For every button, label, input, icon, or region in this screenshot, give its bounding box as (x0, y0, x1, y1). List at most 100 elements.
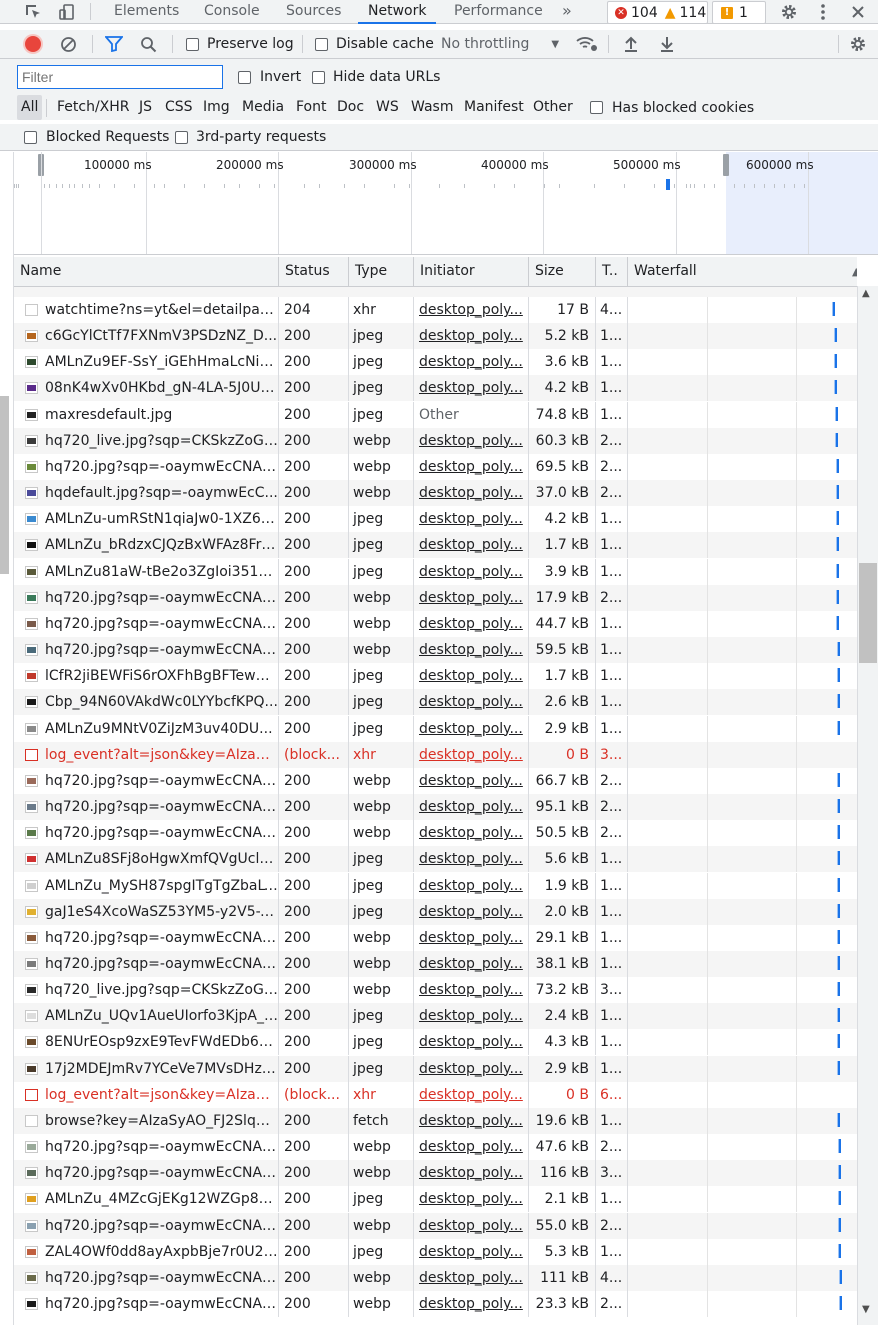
invert-checkbox[interactable]: Invert (238, 59, 301, 95)
network-conditions-icon[interactable] (576, 30, 598, 58)
inspect-element-icon[interactable] (22, 0, 44, 23)
request-initiator-link[interactable]: desktop_poly... (419, 694, 523, 710)
table-row[interactable]: hq720.jpg?sqp=-oaymwEcCNAF... 200 webp desk… (14, 951, 857, 977)
export-har-icon[interactable] (660, 30, 674, 58)
request-name[interactable]: AMLnZu_UQv1AueUIorfo3KjpA_j... (14, 1003, 279, 1030)
request-initiator-link[interactable]: desktop_poly... (419, 799, 523, 815)
table-row[interactable]: ZAL4OWf0dd8ayAxpbBje7r0U2n... 200 jpeg desk… (14, 1238, 857, 1265)
type-filter-js[interactable]: JS (139, 95, 152, 120)
table-row[interactable]: AMLnZu_UQv1AueUIorfo3KjpA_j... 200 jpeg des… (14, 1003, 857, 1030)
table-row[interactable]: hq720.jpg?sqp=-oaymwEcCNAF... 200 webp desk… (14, 820, 857, 847)
request-initiator-link[interactable]: desktop_poly... (419, 380, 523, 396)
request-initiator-link[interactable]: desktop_poly... (419, 878, 523, 894)
record-icon[interactable] (25, 30, 41, 58)
search-icon[interactable] (140, 30, 157, 58)
request-initiator-link[interactable]: desktop_poly... (419, 590, 523, 606)
table-row[interactable]: hq720.jpg?sqp=-oaymwEcCNAF... 200 webp desk… (14, 794, 857, 821)
table-row[interactable]: AMLnZu8SFj8oHgwXmfQVgUclu... 200 jpeg deskt… (14, 846, 857, 873)
table-row[interactable]: hq720.jpg?sqp=-oaymwEcCNAF... 200 webp desk… (14, 767, 857, 794)
table-row[interactable]: AMLnZu81aW-tBe2o3ZgIoi351u... 200 jpeg desk… (14, 558, 857, 585)
request-initiator-link[interactable]: desktop_poly... (419, 511, 523, 527)
request-name[interactable]: c6GcYlCtTf7FXNmV3PSDzNZ_D... (14, 323, 279, 350)
sort-ascending-icon[interactable]: ▲ (852, 265, 857, 278)
request-initiator-link[interactable]: desktop_poly... (419, 1113, 523, 1129)
column-header-time[interactable]: T.. (596, 257, 628, 286)
request-name[interactable]: gaJ1eS4XcoWaSZ53YM5-y2V5-X... (14, 898, 279, 925)
request-name[interactable]: hq720.jpg?sqp=-oaymwEcCNAF... (14, 637, 279, 664)
request-initiator-link[interactable]: desktop_poly... (419, 904, 523, 920)
disable-cache-checkbox[interactable]: Disable cache (315, 30, 434, 58)
throttling-select[interactable]: No throttling ▼ (441, 30, 559, 58)
scroll-up-arrow-icon[interactable]: ▲ (862, 288, 870, 299)
table-row[interactable]: hq720.jpg?sqp=-oaymwEcCNAF... 200 webp desk… (14, 1291, 857, 1318)
import-har-icon[interactable] (624, 30, 638, 58)
type-filter-doc[interactable]: Doc (337, 95, 364, 120)
type-filter-ws[interactable]: WS (376, 95, 399, 120)
request-initiator-link[interactable]: desktop_poly... (419, 1296, 523, 1312)
settings-gear-icon[interactable] (778, 0, 800, 23)
request-name[interactable]: hq720.jpg?sqp=-oaymwEcCNAF... (14, 453, 279, 480)
more-tabs-button[interactable]: » (562, 0, 572, 23)
request-initiator-link[interactable]: desktop_poly... (419, 459, 523, 475)
table-row[interactable]: log_event?alt=json&key=AIzaSy... (block..… (14, 1081, 857, 1108)
request-name[interactable]: hq720.jpg?sqp=-oaymwEcCNAF... (14, 951, 279, 977)
request-name[interactable]: hq720.jpg?sqp=-oaymwEcCNAF... (14, 1291, 279, 1318)
table-row[interactable]: browse?key=AIzaSyAO_FJ2SlqU8... 200 fetch d… (14, 1107, 857, 1134)
request-initiator-link[interactable]: desktop_poly... (419, 982, 523, 998)
request-initiator-link[interactable]: desktop_poly... (419, 433, 523, 449)
request-initiator-link[interactable]: desktop_poly... (419, 1087, 523, 1103)
scrollbar-thumb[interactable] (859, 563, 877, 663)
console-counts-badge[interactable]: ✕ 104 ▲ 114 (607, 1, 708, 24)
request-name[interactable]: Cbp_94N60VAkdWc0LYYbcfKPQ... (14, 689, 279, 716)
table-row[interactable]: AMLnZu9MNtV0ZiJzM3uv40DU... 200 jpeg deskto… (14, 715, 857, 742)
type-filter-fetch-xhr[interactable]: Fetch/XHR (57, 95, 130, 120)
request-name[interactable]: 08nK4wXv0HKbd_gN-4LA-5J0U-... (14, 375, 279, 402)
request-name[interactable]: log_event?alt=json&key=AIzaSy... (14, 741, 279, 768)
request-name[interactable]: AMLnZu9EF-SsY_iGEhHmaLcNiy... (14, 349, 279, 376)
request-initiator-link[interactable]: desktop_poly... (419, 642, 523, 658)
tab-console[interactable]: Console (204, 0, 260, 23)
request-name[interactable]: maxresdefault.jpg (14, 401, 279, 428)
filter-input[interactable] (17, 65, 223, 89)
request-name[interactable]: hq720.jpg?sqp=-oaymwEcCNAF... (14, 924, 279, 951)
request-initiator-link[interactable]: desktop_poly... (419, 1191, 523, 1207)
request-initiator-link[interactable]: desktop_poly... (419, 956, 523, 972)
filter-funnel-icon[interactable] (105, 30, 123, 58)
table-row-partial[interactable] (14, 287, 857, 297)
request-initiator-link[interactable]: desktop_poly... (419, 1165, 523, 1181)
request-name[interactable]: AMLnZu_4MZcGjEKg12WZGp8U... (14, 1186, 279, 1213)
request-name[interactable]: AMLnZu81aW-tBe2o3ZgIoi351u... (14, 558, 279, 585)
request-name[interactable]: 8ENUrEOsp9zxE9TevFWdEDb6C... (14, 1029, 279, 1056)
table-row[interactable]: 17j2MDEJmRv7YCeVe7MVsDHzL... 200 jpeg deskt… (14, 1055, 857, 1082)
request-name[interactable]: AMLnZu8SFj8oHgwXmfQVgUclu... (14, 846, 279, 873)
request-initiator-link[interactable]: desktop_poly... (419, 851, 523, 867)
request-name[interactable]: AMLnZu_MySH87spgITgTgZbaLV... (14, 872, 279, 899)
column-header-name[interactable]: Name (14, 257, 279, 286)
request-name[interactable]: hq720.jpg?sqp=-oaymwEcCNAF... (14, 794, 279, 821)
column-header-initiator[interactable]: Initiator (414, 257, 529, 286)
request-initiator-link[interactable]: desktop_poly... (419, 1270, 523, 1286)
table-row[interactable]: hq720.jpg?sqp=-oaymwEcCNAF... 200 webp desk… (14, 924, 857, 951)
request-name[interactable]: ZAL4OWf0dd8ayAxpbBje7r0U2n... (14, 1238, 279, 1265)
request-initiator-link[interactable]: desktop_poly... (419, 1061, 523, 1077)
request-initiator-link[interactable]: desktop_poly... (419, 747, 523, 763)
type-filter-all[interactable]: All (17, 95, 43, 120)
tab-sources[interactable]: Sources (286, 0, 341, 23)
request-initiator-link[interactable]: desktop_poly... (419, 1218, 523, 1234)
kebab-menu-icon[interactable] (814, 0, 832, 23)
table-row[interactable]: lCfR2jiBEWFiS6rOXFhBgBFTewuf... 200 jpeg de… (14, 663, 857, 690)
type-filter-manifest[interactable]: Manifest (464, 95, 524, 120)
table-row[interactable]: AMLnZu_4MZcGjEKg12WZGp8U... 200 jpeg deskto… (14, 1186, 857, 1213)
type-filter-media[interactable]: Media (242, 95, 284, 120)
tab-elements[interactable]: Elements (114, 0, 179, 23)
table-row[interactable]: hq720.jpg?sqp=-oaymwEcCNAF... 200 webp desk… (14, 610, 857, 637)
request-name[interactable]: AMLnZu_bRdzxCJQzBxWFAz8Fr1... (14, 532, 279, 559)
table-row[interactable]: maxresdefault.jpg 200 jpeg Other 74.8 kB 1... (14, 401, 857, 428)
table-row[interactable]: AMLnZu_MySH87spgITgTgZbaLV... 200 jpeg desk… (14, 872, 857, 899)
type-filter-wasm[interactable]: Wasm (411, 95, 453, 120)
request-name[interactable]: 17j2MDEJmRv7YCeVe7MVsDHzL... (14, 1055, 279, 1082)
table-row[interactable]: hq720.jpg?sqp=-oaymwEcCNAF... 200 webp desk… (14, 1134, 857, 1161)
request-name[interactable]: hq720.jpg?sqp=-oaymwEcCNAF... (14, 1134, 279, 1161)
tab-network[interactable]: Network (357, 0, 438, 24)
timeline-overview[interactable]: 100000 ms 200000 ms 300000 ms 400000 ms … (14, 152, 878, 255)
